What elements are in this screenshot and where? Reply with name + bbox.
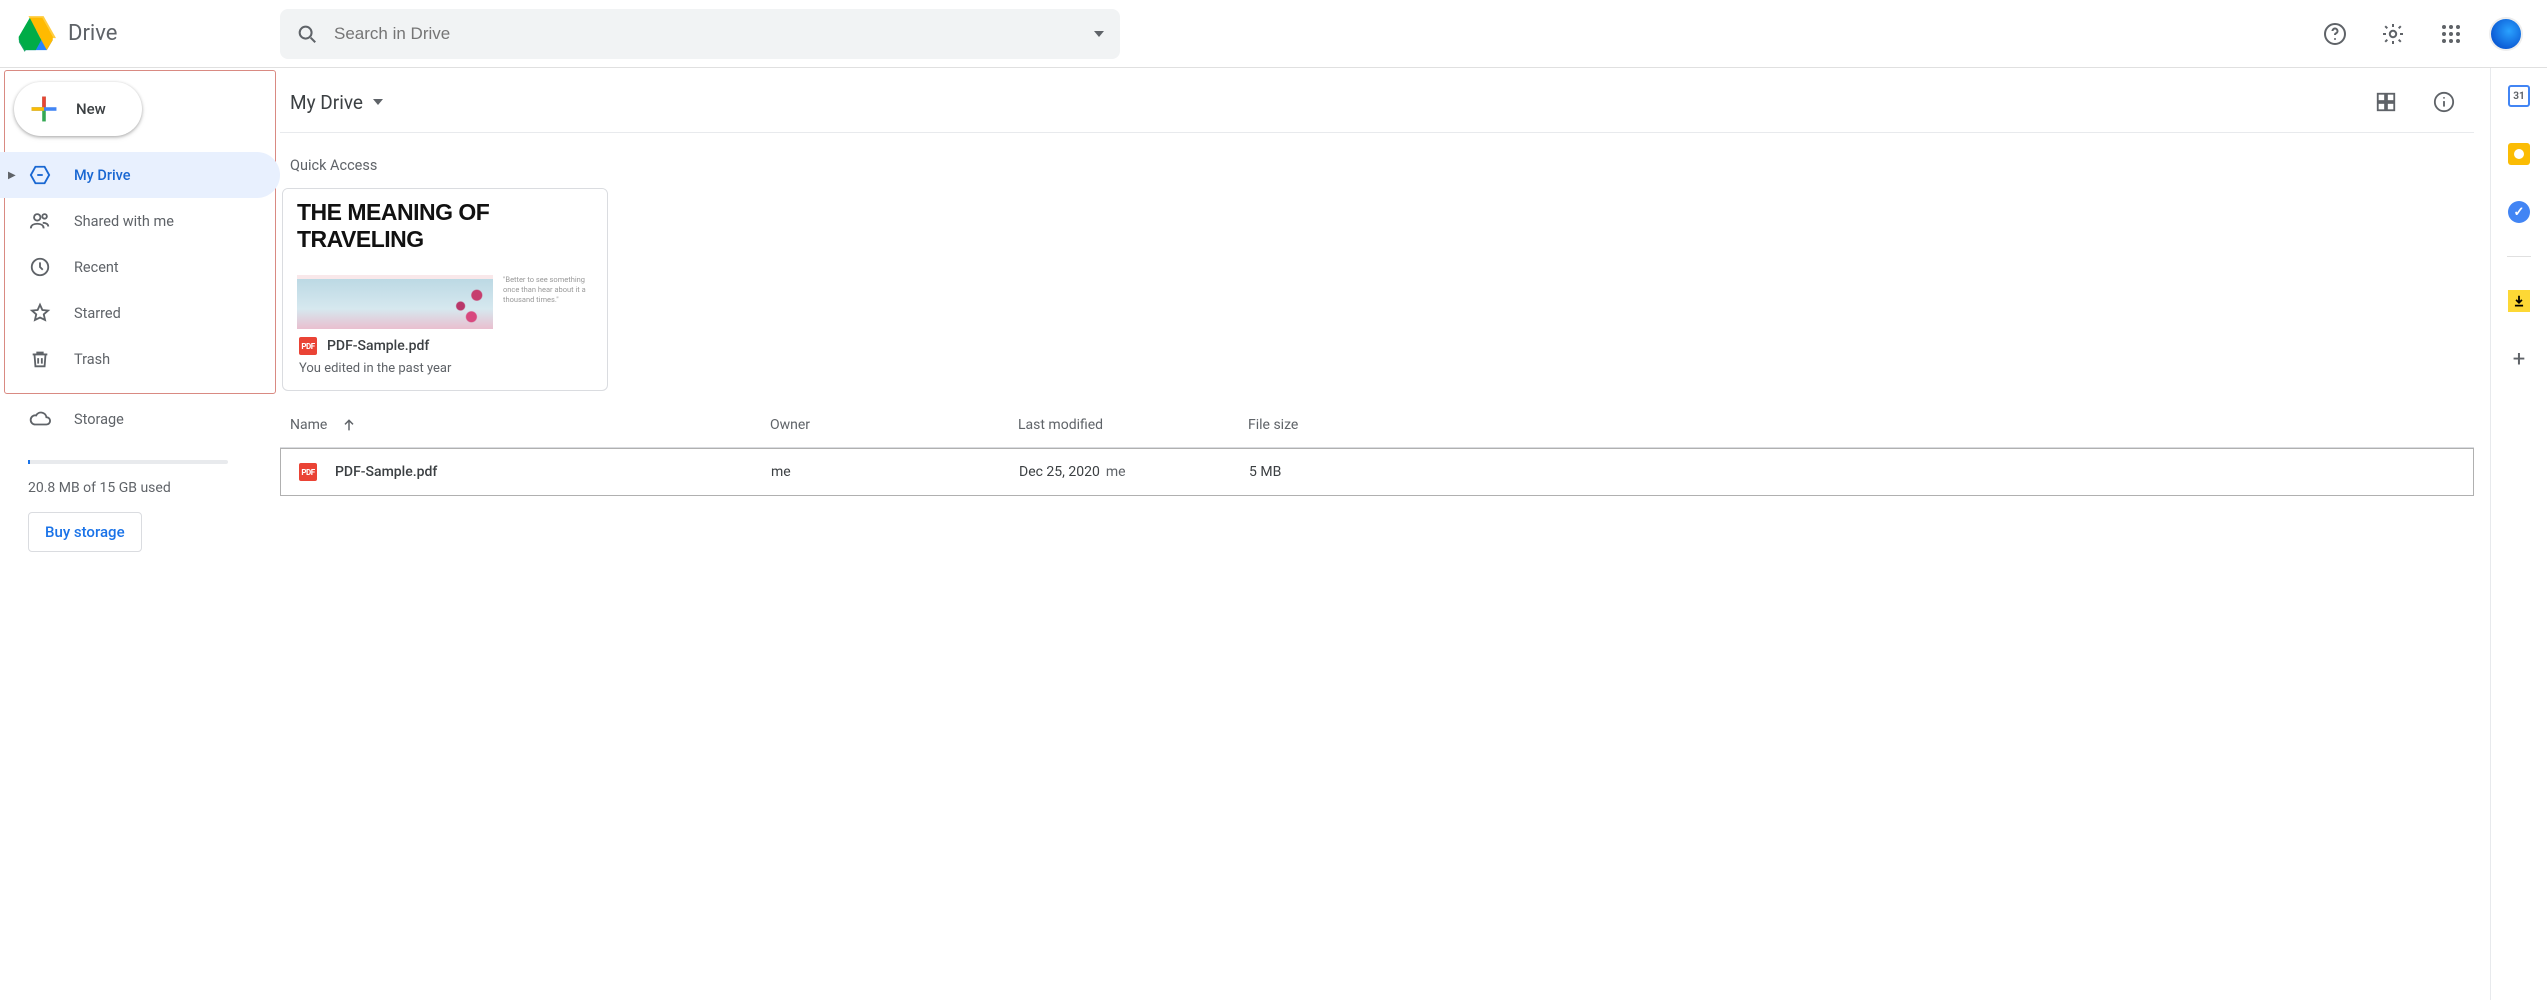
grid-view-button[interactable] <box>2366 82 2406 122</box>
buy-storage-button[interactable]: Buy storage <box>28 512 142 552</box>
calendar-addon[interactable] <box>2505 82 2533 110</box>
get-addons-button[interactable]: + <box>2505 345 2533 373</box>
new-button[interactable]: New <box>14 82 142 136</box>
apps-button[interactable] <box>2431 14 2471 54</box>
search-bar[interactable] <box>280 9 1120 59</box>
file-name: PDF-Sample.pdf <box>335 464 437 480</box>
help-button[interactable] <box>2315 14 2355 54</box>
sidebar-item-label: Trash <box>74 351 110 368</box>
sidebar: New ▶ My Drive Shared with me Recent <box>0 68 280 1000</box>
logo[interactable]: Drive <box>16 14 256 54</box>
grid-view-icon <box>2375 91 2397 113</box>
column-header-owner[interactable]: Owner <box>770 417 1018 433</box>
storage-progress <box>28 460 228 464</box>
preview-thumbnail <box>297 275 493 329</box>
search-icon <box>296 23 318 45</box>
new-button-label: New <box>76 100 106 118</box>
quick-card-meta: PDF PDF-Sample.pdf You edited in the pas… <box>283 325 607 390</box>
column-header-modified[interactable]: Last modified <box>1018 417 1248 433</box>
sidebar-item-recent[interactable]: Recent <box>0 244 280 290</box>
column-header-size[interactable]: File size <box>1248 417 1408 433</box>
sidebar-item-label: Recent <box>74 259 119 276</box>
sidebar-item-storage[interactable]: Storage <box>0 396 280 442</box>
sidebar-item-label: Shared with me <box>74 213 174 230</box>
keep-icon <box>2508 143 2530 165</box>
disclosure-triangle-icon[interactable]: ▶ <box>8 170 16 181</box>
app-root: Drive <box>0 0 2547 1000</box>
file-modified: Dec 25, 2020me <box>1019 464 1249 480</box>
plus-multicolor-icon <box>28 93 60 125</box>
info-button[interactable] <box>2424 82 2464 122</box>
sidebar-item-label: My Drive <box>74 167 131 184</box>
column-header-name[interactable]: Name <box>290 417 770 433</box>
rail-separator <box>2507 256 2531 257</box>
header-actions <box>2315 14 2531 54</box>
file-row[interactable]: PDF PDF-Sample.pdf me Dec 25, 2020me 5 M… <box>280 448 2474 496</box>
file-size: 5 MB <box>1249 464 1409 480</box>
sidebar-item-shared[interactable]: Shared with me <box>0 198 280 244</box>
help-icon <box>2323 22 2347 46</box>
cloud-icon <box>28 408 52 430</box>
download-icon <box>2508 290 2530 312</box>
search-options-caret-icon[interactable] <box>1094 31 1104 37</box>
download-addon[interactable] <box>2505 287 2533 315</box>
trash-icon <box>28 348 52 370</box>
pdf-badge-icon: PDF <box>299 337 317 355</box>
body: New ▶ My Drive Shared with me Recent <box>0 68 2547 1000</box>
preview-quote: "Better to see something once than hear … <box>503 275 593 304</box>
breadcrumb-caret-icon <box>373 99 383 105</box>
sidebar-item-trash[interactable]: Trash <box>0 336 280 382</box>
gear-icon <box>2381 22 2405 46</box>
tasks-addon[interactable]: ✓ <box>2505 198 2533 226</box>
recent-icon <box>28 256 52 278</box>
pdf-badge-icon: PDF <box>299 463 317 481</box>
main-header: My Drive <box>280 68 2474 133</box>
quick-preview: THE MEANING OF TRAVELING "Better to see … <box>283 189 607 325</box>
quick-access-title: Quick Access <box>280 133 2474 188</box>
storage-usage-text: 20.8 MB of 15 GB used <box>28 480 280 496</box>
star-icon <box>28 302 52 324</box>
storage-section: 20.8 MB of 15 GB used Buy storage <box>0 442 280 552</box>
quick-access-card[interactable]: THE MEANING OF TRAVELING "Better to see … <box>282 188 608 391</box>
sidebar-item-label: Storage <box>74 411 124 428</box>
app-name: Drive <box>68 21 117 46</box>
header: Drive <box>0 0 2547 68</box>
drive-logo-icon <box>16 14 56 54</box>
quick-card-filename: PDF-Sample.pdf <box>327 338 429 354</box>
calendar-icon <box>2508 85 2530 107</box>
quick-card-subtitle: You edited in the past year <box>299 361 591 376</box>
my-drive-icon <box>28 164 52 186</box>
tasks-icon: ✓ <box>2508 201 2530 223</box>
sidebar-item-starred[interactable]: Starred <box>0 290 280 336</box>
main-content: My Drive Quick Access THE MEANING OF TRA… <box>280 68 2491 1000</box>
sidebar-item-label: Starred <box>74 305 121 322</box>
breadcrumb[interactable]: My Drive <box>290 91 383 114</box>
account-avatar[interactable] <box>2489 17 2523 51</box>
preview-headline: THE MEANING OF TRAVELING <box>297 199 593 253</box>
sidebar-item-my-drive[interactable]: ▶ My Drive <box>0 152 280 198</box>
keep-addon[interactable] <box>2505 140 2533 168</box>
file-owner: me <box>771 464 1019 480</box>
settings-button[interactable] <box>2373 14 2413 54</box>
sort-arrow-up-icon <box>341 417 357 433</box>
right-side-panel: ✓ + <box>2491 68 2547 1000</box>
plus-icon: + <box>2513 347 2525 372</box>
info-icon <box>2433 91 2455 113</box>
files-header-row: Name Owner Last modified File size <box>280 391 2474 448</box>
apps-grid-icon <box>2441 24 2461 44</box>
search-input[interactable] <box>334 24 1078 44</box>
shared-icon <box>28 210 52 232</box>
breadcrumb-label: My Drive <box>290 91 363 114</box>
